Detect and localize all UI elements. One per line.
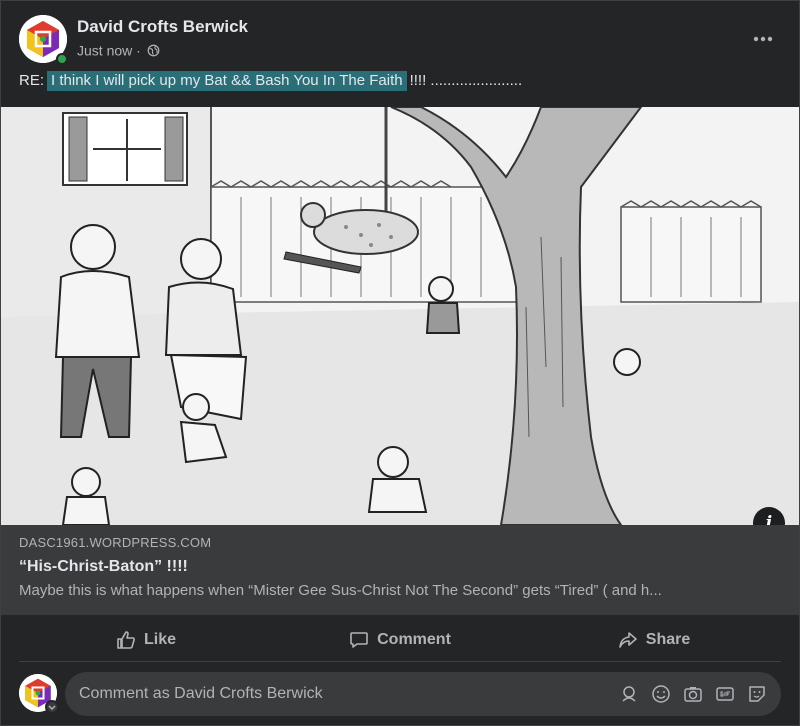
sticker-icon[interactable] <box>745 682 769 706</box>
share-icon <box>618 631 637 648</box>
like-button[interactable]: Like <box>19 618 273 661</box>
comment-label: Comment <box>377 630 451 648</box>
post-time[interactable]: Just now <box>77 42 132 58</box>
emoji-icon[interactable] <box>649 682 673 706</box>
post-meta: Just now · <box>77 41 160 58</box>
chevron-down-icon[interactable] <box>45 700 59 714</box>
meta-separator: · <box>136 42 141 59</box>
share-button[interactable]: Share <box>527 618 781 661</box>
link-title: “His-Christ-Baton” !!!! <box>19 558 188 575</box>
like-label: Like <box>143 630 176 648</box>
cartoon-illustration <box>1 107 799 525</box>
ellipsis-icon <box>753 36 773 42</box>
post-image[interactable]: i <box>1 107 799 525</box>
post-header: David Crofts Berwick Just now · <box>19 13 781 67</box>
composer-icons <box>617 682 781 706</box>
comment-composer <box>19 672 781 718</box>
post-message: RE: I think I will pick up my Bat && Bash… <box>19 71 781 91</box>
comment-icon <box>350 631 368 648</box>
share-label: Share <box>645 630 691 648</box>
link-domain: DASC1961.WORDPRESS.COM <box>19 535 212 550</box>
link-description: Maybe this is what happens when “Mister … <box>19 582 662 599</box>
message-prefix: RE: <box>19 72 45 89</box>
avatar-sticker-icon[interactable] <box>617 682 641 706</box>
comment-button[interactable]: Comment <box>273 618 527 661</box>
online-status-dot <box>56 53 68 65</box>
camera-icon[interactable] <box>681 682 705 706</box>
author-name[interactable]: David Crofts Berwick <box>77 17 248 37</box>
post-actions: Like Comment Share <box>19 618 781 662</box>
thumbs-up-icon <box>117 630 135 649</box>
comment-input[interactable] <box>79 685 617 703</box>
message-suffix: !!!! ...................... <box>409 72 523 89</box>
gif-icon[interactable] <box>713 682 737 706</box>
comment-box[interactable] <box>65 672 781 716</box>
post-card: David Crofts Berwick Just now · RE: I thi… <box>0 0 800 726</box>
link-preview[interactable]: DASC1961.WORDPRESS.COM “His-Christ-Baton… <box>1 525 799 615</box>
more-options-button[interactable] <box>745 21 781 57</box>
globe-icon[interactable] <box>147 44 160 57</box>
message-highlight: I think I will pick up my Bat && Bash Yo… <box>47 71 407 91</box>
